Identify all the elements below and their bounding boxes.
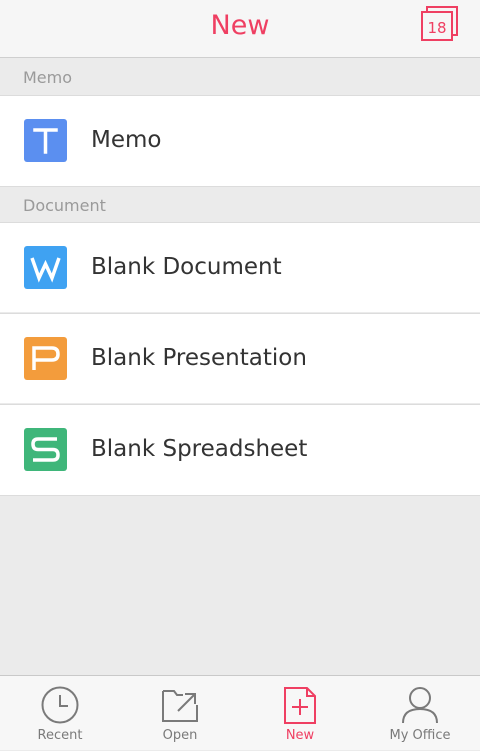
section-header-document: Document (0, 187, 480, 223)
tab-label: Open (162, 728, 198, 743)
memo-icon (24, 119, 67, 162)
item-label: Blank Presentation (91, 345, 307, 371)
tab-label: New (285, 728, 315, 743)
user-icon (402, 687, 438, 724)
tab-my-office[interactable]: My Office (360, 676, 480, 751)
spreadsheet-icon (24, 428, 67, 471)
item-label: Blank Document (91, 254, 282, 280)
new-file-icon (284, 687, 316, 724)
section-title: Memo (23, 68, 73, 87)
section-title: Document (23, 196, 106, 215)
new-memo-item[interactable]: Memo (0, 95, 480, 187)
blank-document-item[interactable]: Blank Document (0, 222, 480, 312)
tab-new[interactable]: New (240, 676, 360, 751)
blank-spreadsheet-item[interactable]: Blank Spreadsheet (0, 404, 480, 496)
clock-icon (41, 686, 79, 724)
calendar-icon[interactable]: 18 (421, 6, 459, 42)
item-label: Memo (91, 127, 162, 153)
writer-icon (24, 246, 67, 289)
tab-open[interactable]: Open (120, 676, 240, 751)
open-folder-icon (162, 690, 198, 722)
section-header-memo: Memo (0, 59, 480, 95)
item-label: Blank Spreadsheet (91, 436, 308, 462)
tab-label: Recent (37, 728, 83, 743)
header-bar: New 18 (0, 0, 480, 58)
tab-label: My Office (389, 728, 451, 743)
blank-presentation-item[interactable]: Blank Presentation (0, 313, 480, 403)
page-title: New (210, 10, 270, 41)
bottom-tab-bar: Recent Open New My Office (0, 675, 480, 750)
calendar-day: 18 (427, 19, 446, 37)
presentation-icon (24, 337, 67, 380)
tab-recent[interactable]: Recent (0, 676, 120, 751)
